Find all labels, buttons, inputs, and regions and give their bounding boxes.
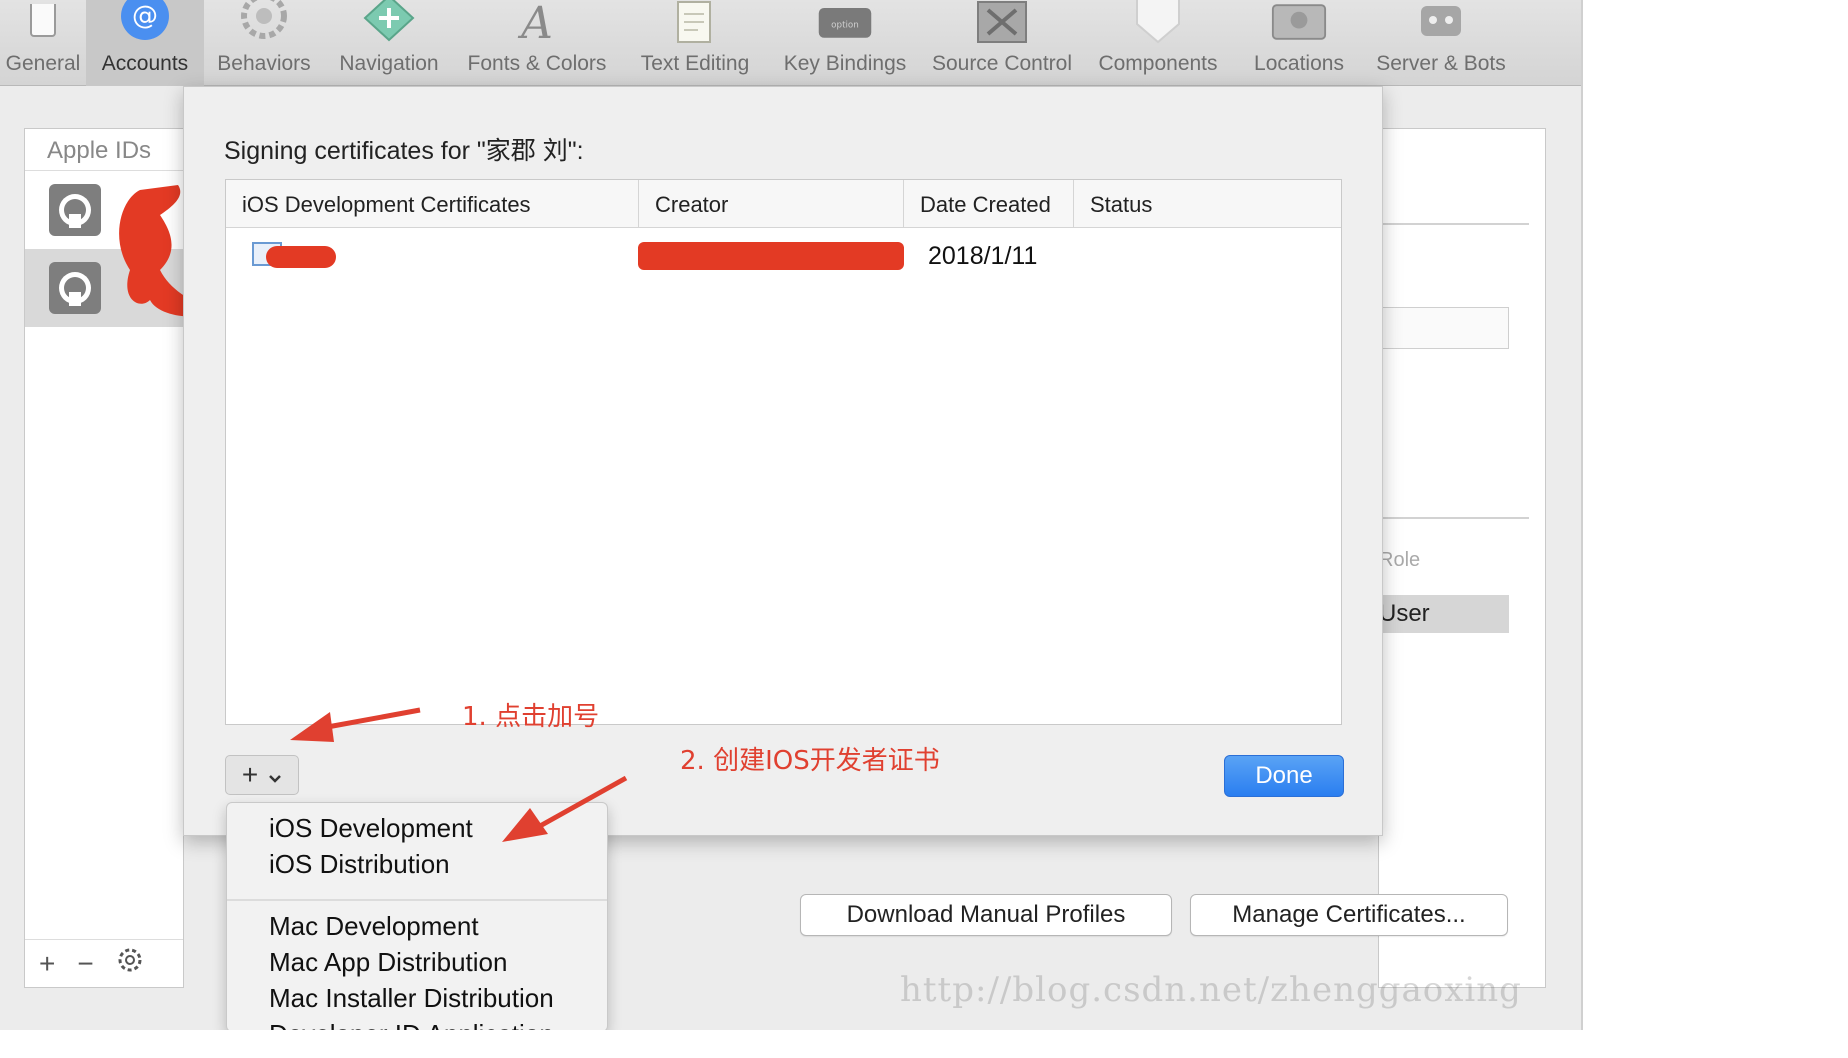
preferences-toolbar: General @ Accounts Behaviors Navigation … bbox=[0, 0, 1581, 86]
annotation-step-1: 1. 点击加号 bbox=[462, 702, 600, 732]
done-button[interactable]: Done bbox=[1224, 755, 1344, 797]
font-icon: A bbox=[509, 0, 565, 44]
menu-item-ios-development[interactable]: iOS Development bbox=[269, 813, 473, 844]
sheet-title: Signing certificates for "家郡 刘": bbox=[224, 137, 584, 165]
toolbar-label-server-bots: Server & Bots bbox=[1376, 52, 1506, 75]
menu-item-mac-installer-distribution[interactable]: Mac Installer Distribution bbox=[269, 983, 554, 1014]
toolbar-label-navigation: Navigation bbox=[339, 52, 439, 75]
toolbar-tab-locations[interactable]: Locations bbox=[1232, 0, 1366, 86]
column-header-date-created[interactable]: Date Created bbox=[904, 180, 1074, 228]
role-value: User bbox=[1379, 595, 1509, 633]
toolbar-tab-key-bindings[interactable]: option Key Bindings bbox=[770, 0, 920, 86]
add-account-icon[interactable]: + bbox=[39, 948, 55, 980]
toolbar-tab-components[interactable]: Components bbox=[1084, 0, 1232, 86]
toolbar-label-components: Components bbox=[1098, 52, 1218, 75]
table-header: iOS Development Certificates Creator Dat… bbox=[226, 180, 1341, 228]
signing-certificates-sheet: Signing certificates for "家郡 刘": iOS Dev… bbox=[183, 86, 1383, 836]
column-header-status[interactable]: Status bbox=[1074, 180, 1343, 228]
toolbar-tab-navigation[interactable]: Navigation bbox=[324, 0, 454, 86]
drive-icon bbox=[1271, 0, 1327, 44]
toolbar-label-general: General bbox=[5, 52, 81, 75]
menu-separator bbox=[227, 899, 607, 901]
chevron-down-icon bbox=[268, 759, 282, 791]
option-key-icon: option bbox=[817, 0, 873, 44]
avatar bbox=[49, 184, 101, 236]
column-header-certificates[interactable]: iOS Development Certificates bbox=[226, 180, 639, 228]
toolbar-label-fonts-colors: Fonts & Colors bbox=[467, 52, 607, 75]
gears-icon bbox=[236, 0, 292, 44]
toolbar-tab-accounts[interactable]: @ Accounts bbox=[86, 0, 204, 86]
redacted-certificate-name bbox=[266, 246, 336, 268]
toolbar-label-key-bindings: Key Bindings bbox=[783, 52, 907, 75]
toolbar-label-source-control: Source Control bbox=[931, 52, 1073, 75]
table-row[interactable]: 2018/1/11 bbox=[226, 230, 1341, 274]
certificates-table: iOS Development Certificates Creator Dat… bbox=[225, 179, 1342, 725]
menu-item-mac-app-distribution[interactable]: Mac App Distribution bbox=[269, 947, 507, 978]
apple-ids-header: Apple IDs bbox=[25, 129, 183, 171]
preferences-window: General @ Accounts Behaviors Navigation … bbox=[0, 0, 1583, 1030]
toolbar-tab-server-bots[interactable]: Server & Bots bbox=[1366, 0, 1516, 86]
annotation-step-2: 2. 创建IOS开发者证书 bbox=[680, 746, 940, 776]
toolbar-tab-general[interactable]: General bbox=[0, 0, 86, 86]
general-icon bbox=[15, 0, 71, 44]
shield-icon bbox=[1130, 0, 1186, 44]
toolbar-label-behaviors: Behaviors bbox=[217, 52, 311, 75]
svg-text:option: option bbox=[831, 20, 859, 30]
account-detail-panel: Role User bbox=[1378, 128, 1546, 988]
manage-certificates-button[interactable]: Manage Certificates... bbox=[1190, 894, 1508, 936]
divider bbox=[1379, 517, 1529, 519]
menu-item-ios-distribution[interactable]: iOS Distribution bbox=[269, 849, 450, 880]
navigation-icon bbox=[361, 0, 417, 44]
gear-icon[interactable] bbox=[116, 946, 144, 981]
toolbar-label-locations: Locations bbox=[1254, 52, 1344, 75]
column-header-creator[interactable]: Creator bbox=[639, 180, 904, 228]
toolbar-tab-fonts-colors[interactable]: A Fonts & Colors bbox=[454, 0, 620, 86]
remove-account-icon[interactable]: − bbox=[77, 948, 93, 980]
account-row[interactable] bbox=[25, 249, 183, 327]
date-created-cell: 2018/1/11 bbox=[928, 242, 1038, 270]
at-sign-icon: @ bbox=[117, 0, 173, 44]
apple-ids-list: Apple IDs + − bbox=[24, 128, 184, 988]
role-column-header: Role bbox=[1379, 549, 1421, 571]
avatar bbox=[49, 262, 101, 314]
certificate-type-menu: iOS Development iOS Distribution Mac Dev… bbox=[226, 802, 608, 1030]
svg-text:@: @ bbox=[132, 1, 158, 31]
add-certificate-button[interactable]: + bbox=[225, 755, 299, 795]
account-row[interactable] bbox=[25, 171, 183, 249]
toolbar-tab-text-editing[interactable]: Text Editing bbox=[620, 0, 770, 86]
menu-item-mac-development[interactable]: Mac Development bbox=[269, 911, 479, 942]
menu-item-developer-id-application[interactable]: Developer ID Application bbox=[269, 1019, 554, 1030]
text-edit-icon bbox=[667, 0, 723, 44]
toolbar-tab-behaviors[interactable]: Behaviors bbox=[204, 0, 324, 86]
watermark: http://blog.csdn.net/zhenggaoxing bbox=[900, 970, 1522, 1010]
toolbar-tab-source-control[interactable]: Source Control bbox=[920, 0, 1084, 86]
detail-field[interactable] bbox=[1379, 307, 1509, 349]
server-icon bbox=[1413, 0, 1469, 44]
svg-text:A: A bbox=[517, 0, 553, 44]
divider bbox=[1379, 223, 1529, 225]
download-manual-profiles-button[interactable]: Download Manual Profiles bbox=[800, 894, 1172, 936]
plus-icon: + bbox=[241, 759, 259, 790]
redacted-creator bbox=[638, 242, 904, 270]
source-control-icon bbox=[974, 0, 1030, 44]
toolbar-label-accounts: Accounts bbox=[101, 52, 189, 75]
list-footer: + − bbox=[25, 939, 183, 987]
toolbar-label-text-editing: Text Editing bbox=[640, 52, 750, 75]
